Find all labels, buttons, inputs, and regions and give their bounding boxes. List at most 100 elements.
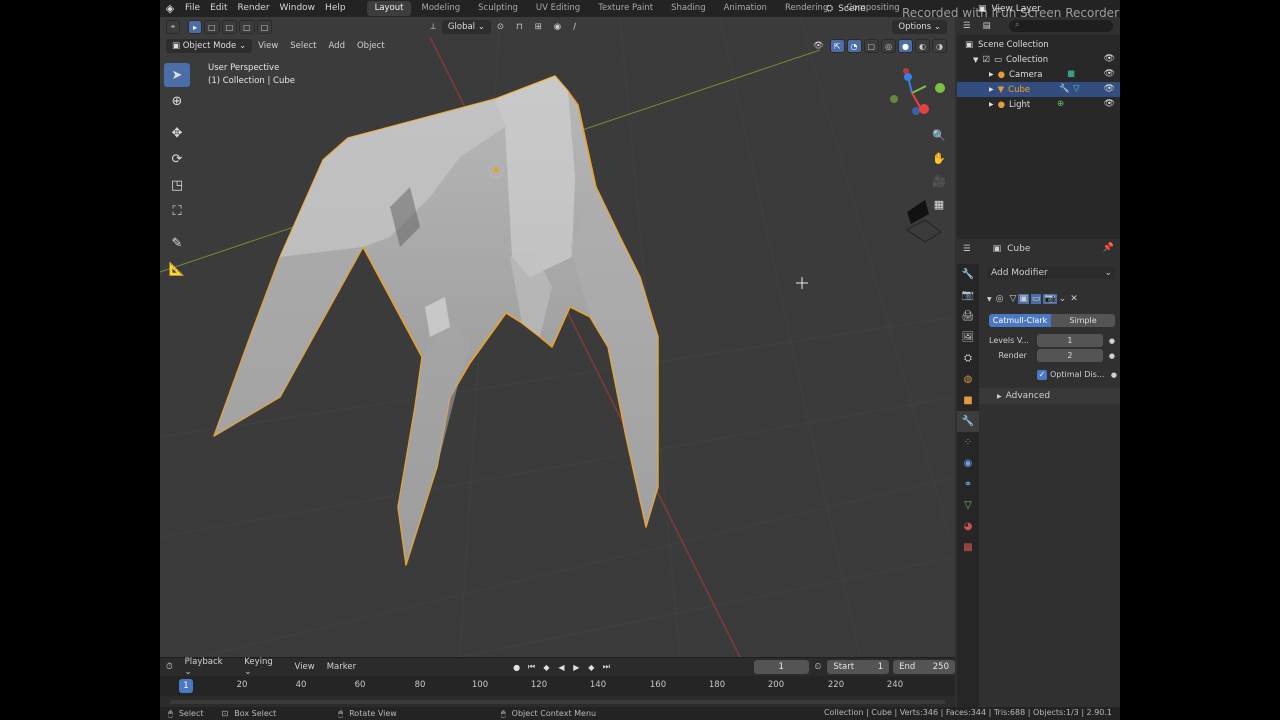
menu-file[interactable]: File <box>180 0 205 17</box>
jump-end-icon[interactable]: ⏭ <box>599 660 613 674</box>
material-tab-icon[interactable]: ◕ <box>957 516 979 537</box>
select-mode-icon[interactable]: ▸ <box>188 20 202 34</box>
tab-shading[interactable]: Shading <box>663 1 714 16</box>
outliner-search-input[interactable]: ⌕ <box>1009 20 1113 32</box>
properties-editor[interactable]: ☰ ▣ Cube 📌 🔧 📷 🖨 🖼 ⛭ ◍ ■ 🔧 ⁘ ◉ ⚭ ▽ ◕ ▩ A… <box>957 240 1120 707</box>
material-shading-icon[interactable]: ◐ <box>915 39 931 53</box>
camera-data-icon[interactable]: ■ <box>1067 69 1075 79</box>
blender-logo-icon[interactable]: ◈ <box>160 2 180 15</box>
expand-arrow-icon[interactable]: ▶ <box>989 71 994 78</box>
snap-target-icon[interactable]: ⊞ <box>529 22 548 32</box>
cube-visibility-icon[interactable]: 👁 <box>1104 84 1115 94</box>
clock-icon[interactable]: ⏲ <box>809 662 828 672</box>
snap-icon[interactable]: ⊓ <box>510 22 529 32</box>
display-mode-icon[interactable]: ▤ <box>977 21 997 31</box>
modifier-tab-icon[interactable]: 🔧 <box>957 411 979 432</box>
keyframe-dot-icon[interactable]: ● <box>1109 352 1115 360</box>
scale-icon[interactable]: ◳ <box>164 173 190 197</box>
tab-uv-editing[interactable]: UV Editing <box>528 1 588 16</box>
texture-tab-icon[interactable]: ▩ <box>957 537 979 558</box>
expand-arrow-icon[interactable]: ▶ <box>989 101 994 108</box>
tab-modeling[interactable]: Modeling <box>413 1 468 16</box>
particles-tab-icon[interactable]: ⁘ <box>957 432 979 453</box>
mesh-data-icon[interactable]: ▽ <box>1073 84 1080 94</box>
viewport-display-icon[interactable]: ▭ <box>1030 294 1042 304</box>
outliner[interactable]: ☰ ▤ ⌕ ▣ Scene Collection ▼ ☑ ▭ Collectio… <box>957 17 1120 239</box>
prev-keyframe-icon[interactable]: ◆ <box>540 660 554 674</box>
tab-layout[interactable]: Layout <box>366 1 412 16</box>
edit-mode-icon[interactable]: ▽ <box>1009 294 1016 304</box>
properties-editor-icon[interactable]: ☰ <box>957 244 977 254</box>
expand-arrow-icon[interactable]: ▼ <box>987 296 992 303</box>
menu-edit[interactable]: Edit <box>205 0 232 17</box>
menu-window[interactable]: Window <box>275 0 321 17</box>
levels-viewport-field[interactable]: 1 <box>1036 334 1103 347</box>
outliner-item-camera[interactable]: ▶ ● Camera ■ 👁 <box>957 67 1120 82</box>
timeline-editor[interactable]: ⏱ Playback ⌄ Keying ⌄ View Marker ● ⏮ ◆ … <box>160 657 955 707</box>
timeline-scrollbar[interactable] <box>170 700 945 704</box>
box-mode-icon[interactable]: □ <box>204 20 220 34</box>
transform-icon[interactable]: ⛶ <box>164 199 190 223</box>
menu-playback[interactable]: Playback ⌄ <box>179 657 239 677</box>
object-mode-dropdown[interactable]: ▣ Object Mode ⌄ <box>166 39 253 53</box>
options-dropdown[interactable]: Options ⌄ <box>892 20 947 34</box>
frame-ruler[interactable]: 1 20 40 60 80 100 120 140 160 180 200 22… <box>160 676 955 696</box>
pivot-icon[interactable]: ⊙ <box>491 22 510 32</box>
pan-hand-icon[interactable]: ✋ <box>930 149 948 167</box>
timeline-editor-icon[interactable]: ⏱ <box>160 662 179 672</box>
scene-selector[interactable]: ⛭ Scene <box>826 0 866 17</box>
menu-timeline-view[interactable]: View <box>289 662 321 672</box>
catmull-clark-option[interactable]: Catmull-Clark <box>989 314 1051 327</box>
record-icon[interactable]: ● <box>510 660 524 674</box>
outliner-item-collection[interactable]: ▼ ☑ ▭ Collection 👁 <box>957 52 1120 67</box>
physics-tab-icon[interactable]: ◉ <box>957 453 979 474</box>
remove-modifier-icon[interactable]: ✕ <box>1070 294 1078 304</box>
solid-shading-icon[interactable]: ● <box>898 39 914 53</box>
add-modifier-dropdown[interactable]: Add Modifier ⌄ <box>987 267 1115 279</box>
camera-view-icon[interactable]: 🎥 <box>930 172 948 190</box>
render-levels-field[interactable]: 2 <box>1036 349 1103 362</box>
output-tab-icon[interactable]: 🖨 <box>957 306 979 327</box>
menu-keying[interactable]: Keying ⌄ <box>238 657 288 677</box>
menu-marker[interactable]: Marker <box>321 662 362 672</box>
menu-help[interactable]: Help <box>320 0 351 17</box>
outliner-item-cube[interactable]: ▶ ▼ Cube 🔧 ▽ 👁 <box>957 82 1120 97</box>
menu-view[interactable]: View <box>252 41 284 51</box>
menu-render[interactable]: Render <box>233 0 275 17</box>
data-tab-icon[interactable]: ▽ <box>957 495 979 516</box>
box-subtract-icon[interactable]: □ <box>239 20 255 34</box>
menu-object[interactable]: Object <box>351 41 391 51</box>
jump-start-icon[interactable]: ⏮ <box>525 660 539 674</box>
select-box-icon[interactable]: ➤ <box>164 63 190 87</box>
render-display-icon[interactable]: 📷 <box>1043 294 1057 304</box>
zoom-icon[interactable]: 🔍 <box>930 126 948 144</box>
outliner-scene-collection[interactable]: ▣ Scene Collection <box>957 37 1120 52</box>
start-frame-field[interactable]: Start 1 <box>827 660 890 674</box>
expand-arrow-icon[interactable]: ▶ <box>989 86 994 93</box>
wireframe-shading-icon[interactable]: ◎ <box>881 39 897 53</box>
render-tab-icon[interactable]: 📷 <box>957 285 979 306</box>
scene-tab-icon[interactable]: ⛭ <box>957 348 979 369</box>
ortho-grid-icon[interactable]: ▦ <box>930 195 948 213</box>
measure-icon[interactable]: 📐 <box>164 257 190 281</box>
view-layer-tab-icon[interactable]: 🖼 <box>957 327 979 348</box>
falloff-icon[interactable]: ∕ <box>567 22 582 32</box>
tab-sculpting[interactable]: Sculpting <box>470 1 526 16</box>
current-frame-field[interactable]: 1 <box>753 660 809 674</box>
cage-icon[interactable]: ▣ <box>1018 294 1029 304</box>
menu-add[interactable]: Add <box>323 41 351 51</box>
collection-visibility-icon[interactable]: 👁 <box>1104 54 1115 64</box>
camera-visibility-icon[interactable]: 👁 <box>1104 69 1115 79</box>
gizmo-toggle-icon[interactable]: ⇱ <box>829 39 845 53</box>
annotate-icon[interactable]: ✎ <box>164 231 190 255</box>
editor-type-icon[interactable]: ⌖ <box>166 20 180 34</box>
simple-option[interactable]: Simple <box>1051 314 1115 327</box>
visibility-icon[interactable]: 👁 <box>807 41 830 51</box>
box-extend-icon[interactable]: □ <box>221 20 238 34</box>
object-tab-icon[interactable]: ■ <box>957 390 979 411</box>
checkbox-icon[interactable]: ☑ <box>982 55 990 65</box>
overlay-toggle-icon[interactable]: ◔ <box>846 39 862 53</box>
outliner-item-light[interactable]: ▶ ● Light ⊕ 👁 <box>957 97 1120 112</box>
dropdown-arrow-icon[interactable]: ⌄ <box>1059 294 1067 304</box>
keyframe-dot-icon[interactable]: ● <box>1109 337 1115 345</box>
